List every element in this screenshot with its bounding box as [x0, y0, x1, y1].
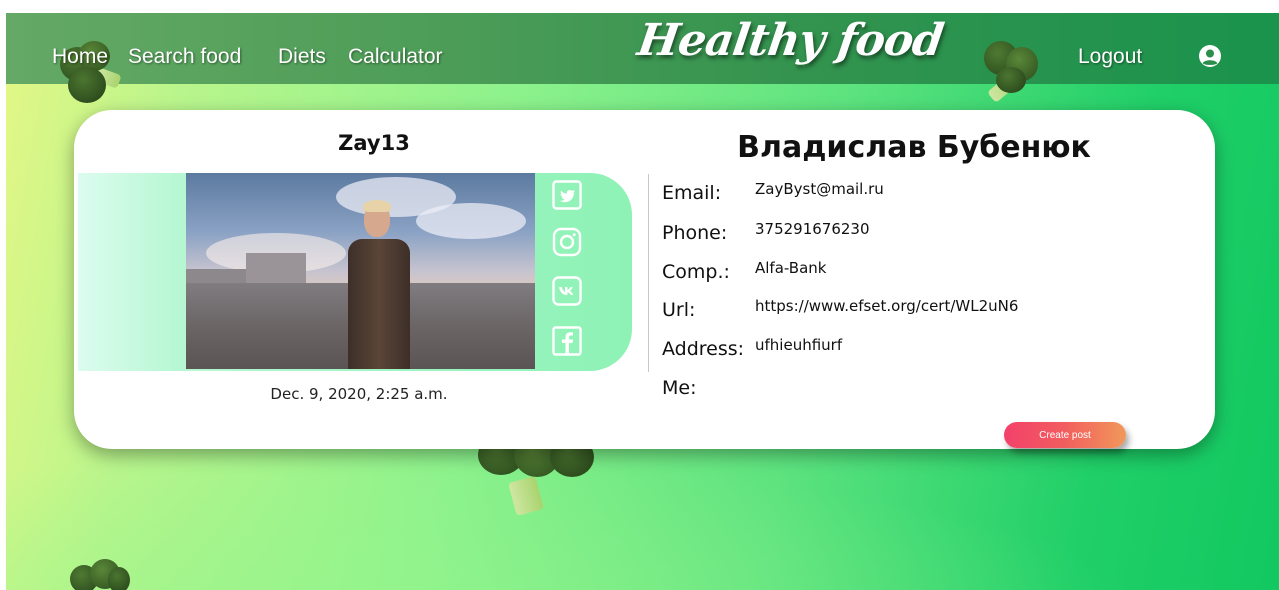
info-label: Address:	[662, 338, 745, 360]
profile-username: Zay13	[338, 131, 410, 155]
twitter-icon[interactable]	[552, 180, 582, 210]
divider	[648, 174, 649, 372]
profile-card: Zay13 Dec. 9, 2020, 2:25 a.m. Владислав …	[74, 110, 1215, 449]
profile-date: Dec. 9, 2020, 2:25 a.m.	[270, 385, 448, 403]
company-value: Alfa-Bank	[755, 259, 827, 277]
email-value: ZayByst@mail.ru	[755, 180, 884, 198]
brand-logo[interactable]: Healthy food	[634, 15, 946, 66]
info-label: Email:	[662, 182, 722, 204]
create-post-button[interactable]: Create post	[1004, 422, 1126, 448]
vk-icon[interactable]	[552, 276, 582, 306]
nav-calculator-link[interactable]: Calculator	[348, 44, 443, 70]
profile-full-name: Владислав Бубенюк	[737, 130, 1091, 165]
facebook-icon[interactable]	[552, 326, 582, 356]
address-value: ufhieuhfiurf	[755, 336, 843, 354]
info-label: Url:	[662, 299, 696, 321]
page-background: Home Search food Diets Calculator Health…	[6, 13, 1279, 590]
broccoli-decoration	[70, 559, 132, 590]
info-label: Comp.:	[662, 261, 730, 283]
nav-search-food-link[interactable]: Search food	[128, 44, 241, 70]
user-circle-icon[interactable]	[1198, 44, 1222, 68]
nav-home-link[interactable]: Home	[52, 44, 108, 70]
broccoli-decoration	[974, 37, 1046, 113]
profile-photo	[186, 173, 535, 369]
phone-value: 375291676230	[755, 220, 870, 238]
instagram-icon[interactable]	[552, 227, 582, 257]
logout-link[interactable]: Logout	[1078, 44, 1142, 70]
nav-diets-link[interactable]: Diets	[278, 44, 326, 70]
info-label: Me:	[662, 377, 697, 399]
url-value[interactable]: https://www.efset.org/cert/WL2uN6	[755, 297, 1018, 315]
info-label: Phone:	[662, 222, 728, 244]
